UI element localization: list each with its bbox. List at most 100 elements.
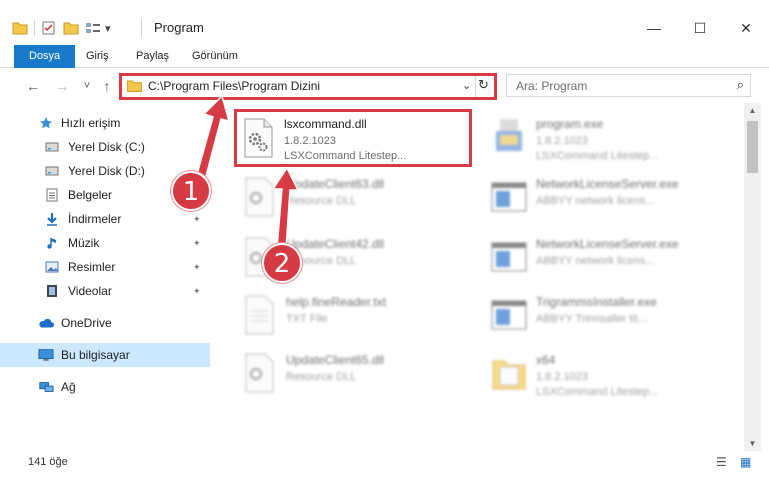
file-name: program.exe [536,117,604,131]
scroll-down-icon[interactable]: ▼ [744,439,761,448]
text-file-icon [245,295,274,335]
file-description: LSXCommand Litestep... [536,386,659,398]
file-name: help.fineReader.txt [286,295,387,309]
file-description: ABBYY Trinnsaller tit... [536,313,648,325]
sidebar-item-quick-access[interactable]: Hızlı erişim [0,111,210,135]
sidebar-item-label: Müzik [68,236,100,250]
sidebar-item-pictures[interactable]: Resimler ✦ [0,255,210,279]
properties-icon[interactable] [41,20,57,36]
file-description: ABBYY network licens... [536,195,655,207]
quick-access-dropdown[interactable]: ▾ [105,22,111,35]
tab-share[interactable]: Paylaş [126,45,179,68]
star-icon [38,115,54,131]
title-divider [141,19,142,37]
customize-icon[interactable] [85,21,101,35]
navigation-bar: ← → ˅ ↑ C:\Program Files\Program Dizini … [0,69,769,102]
search-input[interactable]: Ara: Program [516,79,587,93]
address-dropdown-icon[interactable]: ⌄ [462,79,471,92]
sidebar-item-drive-c[interactable]: Yerel Disk (C:) [0,135,210,159]
address-path[interactable]: C:\Program Files\Program Dizini [148,79,320,93]
computer-icon [38,347,54,363]
app-window-icon [491,242,527,272]
sidebar-item-network[interactable]: Ağ [0,375,210,399]
sidebar-item-label: Yerel Disk (C:) [68,140,145,154]
sidebar-item-label: Bu bilgisayar [61,348,130,362]
quick-access-toolbar: ▾ [12,17,111,39]
sidebar-item-label: Belgeler [68,188,113,202]
file-item[interactable]: program.exe 1.8.2.1023 LSXCommand Litest… [484,109,734,165]
vertical-scrollbar[interactable]: ▲ ▼ [744,103,761,451]
cloud-icon [38,315,54,331]
title-bar: ▾ Program — ☐ ✕ [0,0,769,45]
scrollbar-thumb[interactable] [747,121,758,173]
navigation-pane: Hızlı erişim Yerel Disk (C:) Yerel Disk … [0,103,212,451]
close-button[interactable]: ✕ [723,14,769,42]
file-name: TrigrammsInstaller.exe [536,295,657,309]
address-bar[interactable]: C:\Program Files\Program Dizini ⌄ ↻ [119,73,497,100]
file-item[interactable]: help.fineReader.txt TXT File [234,287,484,343]
tab-home[interactable]: Giriş [76,45,119,68]
maximize-button[interactable]: ☐ [677,14,723,42]
file-name: UpdateClient42.dll [286,237,385,251]
file-item[interactable]: UpdateClient63.dll Resource DLL [234,169,484,225]
recent-locations-button[interactable]: ˅ [77,77,97,95]
pin-icon[interactable]: ✦ [193,238,201,249]
new-folder-icon[interactable] [63,21,79,35]
search-box[interactable]: Ara: Program ⌕ [506,74,751,97]
sidebar-item-label: Yerel Disk (D:) [68,164,145,178]
folder-icon [492,360,526,390]
sidebar-item-onedrive[interactable]: OneDrive [0,311,210,335]
file-version: 1.8.2.1023 [536,371,588,383]
sidebar-item-videos[interactable]: Videolar ✦ [0,279,210,303]
file-name: lsxcommand.dll [284,117,367,131]
file-type: Resource DLL [286,195,357,207]
file-name: UpdateClient63.dll [286,177,385,191]
app-window-icon [491,300,527,330]
tiles-view-icon[interactable]: ▦ [740,455,751,469]
file-item[interactable]: UpdateClient65.dll Resource DLL [234,345,484,401]
pin-icon[interactable]: ✦ [193,286,201,297]
sidebar-item-label: Ağ [61,380,76,394]
file-item[interactable]: NetworkLicenseServer.exe ABBYY network l… [484,169,734,225]
back-button[interactable]: ← [23,77,43,95]
file-type: TXT File [286,313,328,325]
sidebar-item-label: İndirmeler [68,212,122,226]
forward-button[interactable]: → [52,77,72,95]
up-button[interactable]: ↑ [97,77,117,95]
scroll-up-icon[interactable]: ▲ [744,106,761,115]
file-item[interactable]: TrigrammsInstaller.exe ABBYY Trinnsaller… [484,287,734,343]
video-icon [44,283,60,299]
file-name: x64 [536,353,556,367]
address-divider [475,76,476,97]
sidebar-item-label: Hızlı erişim [61,116,121,130]
dll-gear-icon [244,118,273,158]
sidebar-item-label: OneDrive [61,316,112,330]
file-item-lsxcommand-dll[interactable]: lsxcommand.dll 1.8.2.1023 LSXCommand Lit… [234,109,472,167]
sidebar-item-downloads[interactable]: İndirmeler ✦ [0,207,210,231]
folder-icon[interactable] [12,21,28,35]
ribbon-tabs: Dosya Giriş Paylaş Görünüm [0,45,769,68]
tab-file[interactable]: Dosya [14,45,76,68]
pin-icon[interactable]: ✦ [193,214,201,225]
tab-view[interactable]: Görünüm [182,45,248,68]
pin-icon[interactable]: ✦ [193,262,201,273]
dll-gear-icon [245,177,274,217]
details-view-icon[interactable]: ☰ [716,455,727,469]
item-count: 141 öğe [28,456,68,468]
file-version: 1.8.2.1023 [284,135,336,147]
status-bar: 141 öğe ☰ ▦ [0,451,769,483]
file-name: UpdateClient65.dll [286,353,385,367]
folder-icon [127,80,142,92]
sidebar-item-music[interactable]: Müzik ✦ [0,231,210,255]
download-icon [44,211,60,227]
drive-icon [44,163,60,179]
window-title: Program [154,20,204,35]
search-icon[interactable]: ⌕ [737,77,744,93]
sidebar-item-this-pc[interactable]: Bu bilgisayar [0,343,210,367]
file-description: ABBYY network licens... [536,255,655,267]
minimize-button[interactable]: — [631,14,677,42]
file-item[interactable]: NetworkLicenseServer.exe ABBYY network l… [484,229,734,285]
refresh-icon[interactable]: ↻ [478,77,489,93]
dll-gear-icon [245,353,274,393]
file-item[interactable]: x64 1.8.2.1023 LSXCommand Litestep... [484,345,734,401]
